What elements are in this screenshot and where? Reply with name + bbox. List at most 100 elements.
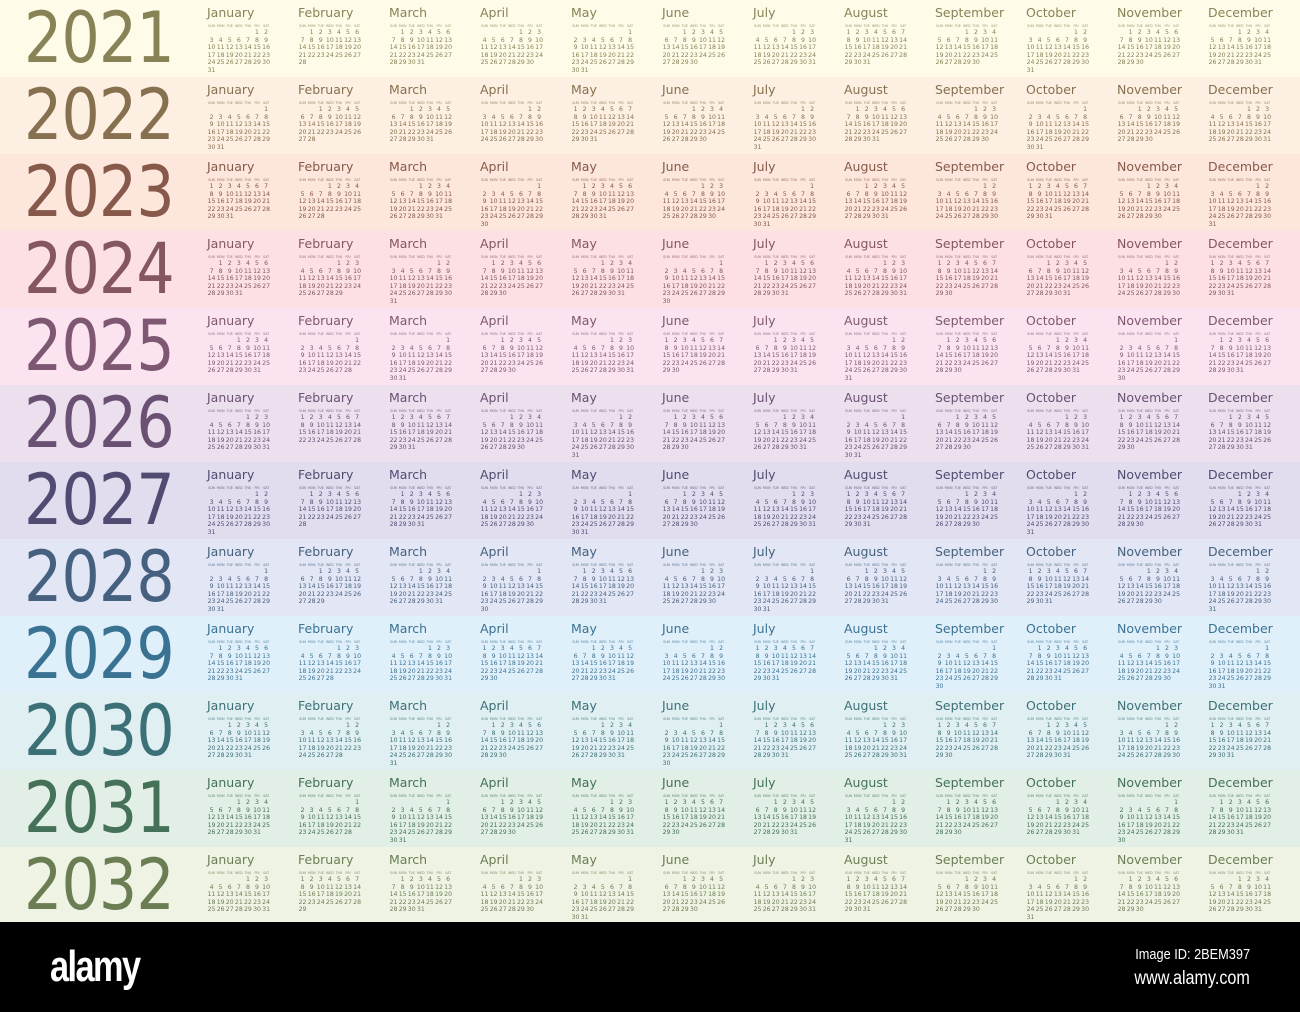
- day-cell: 17: [416, 44, 425, 52]
- weekday-label: FRI: [345, 640, 351, 644]
- day-cell: 24: [862, 513, 871, 521]
- month-name: November: [1117, 313, 1183, 328]
- day-cell: 23: [1208, 675, 1217, 683]
- day-cell: 9: [1265, 575, 1270, 583]
- day-cell: 21: [407, 590, 416, 598]
- day-cell: 11: [480, 506, 489, 514]
- day-cell: 21: [507, 51, 516, 59]
- day-cell: 5: [427, 414, 432, 421]
- day-cell: 2: [710, 183, 714, 190]
- month-grid: SUN MON TUE WED THU FRI SAT 1 2 3 4 5 6 7 8 9 10 11 12 13 14…: [662, 485, 750, 529]
- day-cell: 14: [626, 113, 635, 121]
- day-cell: 4: [1028, 421, 1033, 429]
- day-cell: 7: [791, 113, 796, 121]
- day-cell: 28: [1062, 521, 1071, 529]
- day-cell: 14: [262, 190, 271, 198]
- day-cell: 2: [336, 183, 341, 190]
- day-cell: 12: [1081, 267, 1090, 275]
- day-cell: 6: [245, 575, 250, 583]
- day-cell: 12: [607, 113, 616, 121]
- day-cell: 7: [409, 575, 414, 583]
- day-cell: 8: [846, 36, 851, 44]
- day-cell: 1: [855, 106, 860, 113]
- day-cell: 11: [689, 344, 698, 352]
- weekday-label: MON: [853, 178, 862, 182]
- day-cell: 4: [318, 344, 323, 352]
- weekday-label: WED: [690, 563, 698, 567]
- day-cell: 3: [673, 729, 678, 737]
- day-cell: 10: [871, 113, 880, 121]
- day-cell: 2: [973, 491, 978, 498]
- day-cell: 13: [307, 198, 316, 206]
- month-name: October: [1026, 236, 1077, 251]
- day-cell: 23: [1153, 205, 1162, 213]
- empty-cell: [844, 183, 853, 191]
- month-grid: SUN MON TUE WED THU FRI SAT 1 2 3 4 5 6 7 8 9 10 11 12 13 14…: [935, 23, 1023, 67]
- day-cell: 25: [890, 590, 898, 598]
- day-cell: 15: [780, 429, 789, 437]
- day-cell: 16: [762, 660, 771, 668]
- day-cell: 19: [853, 282, 862, 290]
- day-cell: 10: [853, 429, 862, 437]
- day-cell: 26: [325, 367, 334, 375]
- day-cell: 2: [1219, 260, 1224, 267]
- day-cell: 24: [207, 521, 216, 529]
- day-cell: 18: [753, 513, 762, 521]
- day-cell: 29: [953, 444, 962, 452]
- weekday-label: THU: [608, 101, 616, 105]
- weekday-label: THU: [244, 486, 252, 490]
- weekday-label: TUE: [863, 640, 870, 644]
- day-cell: 26: [407, 752, 416, 760]
- day-cell: 13: [762, 429, 771, 437]
- day-cell: 15: [598, 737, 607, 745]
- day-cell: 7: [673, 36, 678, 44]
- day-cell: 6: [446, 29, 451, 36]
- weekday-label: SAT: [445, 255, 452, 259]
- day-cell: 4: [964, 260, 969, 267]
- day-cell: 30: [207, 605, 216, 613]
- empty-cell: [671, 645, 680, 653]
- day-cell: 12: [762, 506, 771, 514]
- weekday-label: THU: [790, 101, 798, 105]
- day-cell: 18: [216, 51, 225, 59]
- day-cell: 9: [773, 729, 778, 737]
- day-cell: 12: [1117, 198, 1126, 206]
- weekday-label: WED: [417, 409, 425, 413]
- day-cell: 26: [971, 282, 980, 290]
- day-cell: 17: [1117, 282, 1126, 290]
- day-cell: 11: [535, 421, 544, 429]
- weekday-label: TUE: [1045, 255, 1052, 259]
- day-cell: 18: [1263, 44, 1272, 52]
- day-cell: 5: [236, 575, 241, 583]
- day-cell: 14: [1144, 660, 1153, 668]
- day-cell: 5: [209, 344, 214, 352]
- day-cell: 9: [1174, 267, 1179, 275]
- day-cell: 9: [682, 421, 687, 429]
- month-grid: SUN MON TUE WED THU FRI SAT 1 2 3 4 5 6 7 8 9 10 11 12 13 14…: [298, 716, 386, 760]
- day-cell: 8: [318, 113, 323, 121]
- day-cell: 15: [262, 121, 271, 129]
- day-cell: 27: [862, 290, 871, 298]
- day-cell: 2: [946, 260, 951, 267]
- day-cell: 20: [234, 51, 243, 59]
- day-cell: 20: [1072, 583, 1080, 591]
- empty-cell: [662, 260, 671, 268]
- weekday-label: TUE: [954, 486, 961, 490]
- empty-cell: [1208, 414, 1217, 422]
- empty-cell: [862, 414, 871, 422]
- day-cell: 18: [771, 590, 780, 598]
- day-cell: 13: [416, 275, 425, 283]
- month-grid: SUN MON TUE WED THU FRI SAT 1 2 3 4 5 6 7 8 9 10 11 12 13 14…: [1117, 254, 1205, 298]
- day-cell: 4: [755, 498, 760, 506]
- day-cell: 11: [516, 729, 525, 737]
- weekday-label: THU: [790, 640, 798, 644]
- day-cell: 7: [955, 498, 960, 506]
- month-block: November SUN MON TUE WED THU FRI SAT 1 2 3 4 5 6 7 8 9 10…: [1117, 467, 1205, 529]
- day-cell: 29: [207, 213, 216, 221]
- day-cell: 30: [216, 213, 225, 221]
- day-cell: 22: [1254, 590, 1262, 598]
- day-cell: 23: [771, 282, 780, 290]
- day-cell: 26: [234, 136, 243, 144]
- day-cell: 15: [662, 352, 671, 360]
- day-cell: 26: [607, 128, 616, 136]
